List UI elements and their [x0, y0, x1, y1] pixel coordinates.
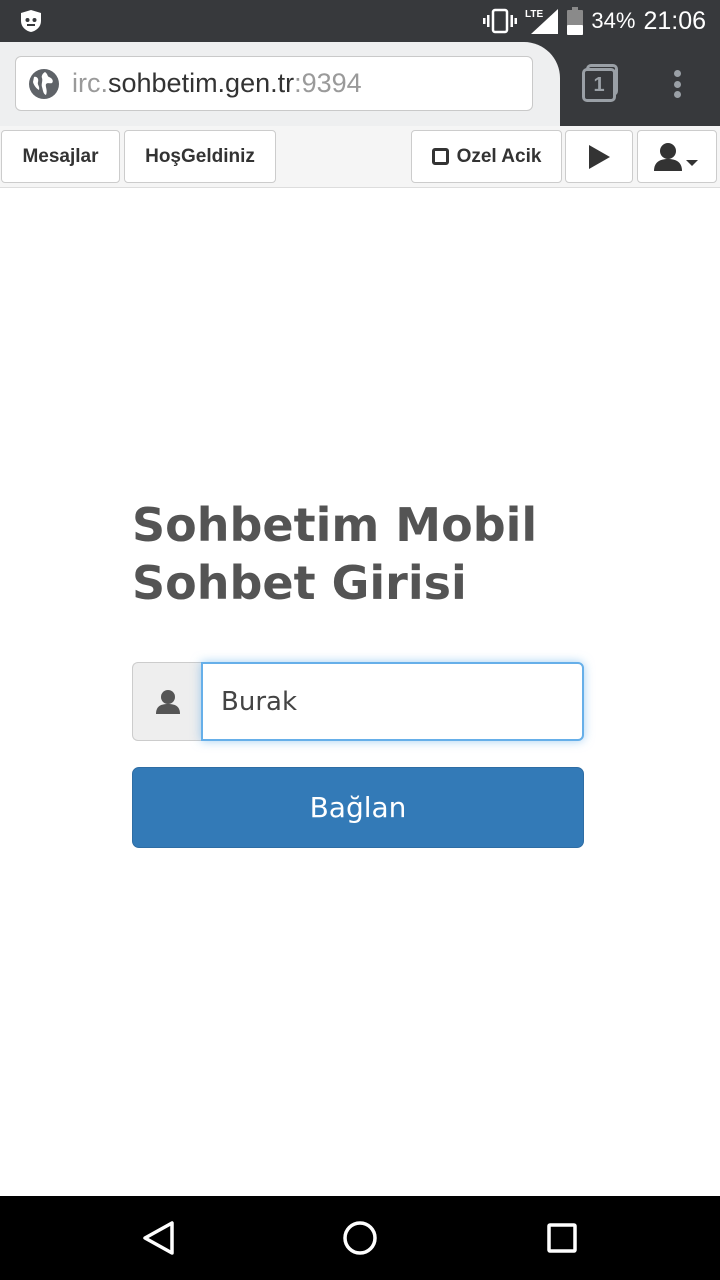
checkbox-icon [431, 148, 449, 165]
connect-button[interactable]: Bağlan [132, 767, 584, 848]
menu-dot-icon [673, 91, 681, 98]
tab-count: 1 [582, 68, 616, 102]
url-text: irc.sohbetim.gen.tr:9394 [72, 68, 362, 98]
globe-icon [29, 68, 59, 99]
battery-percent: 34% [591, 8, 636, 33]
private-toggle-label: Ozel Acik [456, 145, 542, 167]
lte-signal-icon: LTE [525, 9, 559, 34]
play-icon [589, 144, 610, 169]
browser-toolbar: irc.sohbetim.gen.tr:9394 1 [0, 42, 720, 126]
shield-icon [21, 10, 41, 32]
title-line: Sohbet Girisi [132, 556, 467, 610]
clock: 21:06 [643, 6, 706, 35]
private-toggle-button[interactable]: Ozel Acik [411, 130, 562, 183]
back-triangle-icon [143, 1221, 174, 1255]
page-title: Sohbetim Mobil Sohbet Girisi [132, 496, 592, 612]
address-bar[interactable]: irc.sohbetim.gen.tr:9394 [15, 56, 533, 111]
vibrate-icon [483, 8, 518, 34]
messages-button[interactable]: Mesajlar [1, 130, 120, 183]
overflow-menu-button[interactable] [665, 66, 689, 102]
url-tab: irc.sohbetim.gen.tr:9394 [0, 42, 560, 126]
back-button[interactable] [134, 1214, 182, 1262]
home-button[interactable] [336, 1214, 384, 1262]
user-menu-button[interactable] [637, 130, 717, 183]
menu-dot-icon [673, 80, 681, 88]
status-bar: LTE 34% 21:06 [0, 0, 720, 42]
svg-text:LTE: LTE [525, 9, 543, 20]
user-dropdown-icon [654, 142, 698, 171]
nickname-input[interactable] [201, 662, 584, 741]
user-icon [155, 689, 180, 714]
tabs-button[interactable]: 1 [582, 64, 620, 104]
title-line: Sohbetim Mobil [132, 498, 538, 552]
menu-dot-icon [673, 70, 681, 77]
recents-square-icon [547, 1223, 577, 1253]
input-addon [132, 662, 202, 741]
play-button[interactable] [565, 130, 633, 183]
battery-icon [567, 7, 584, 35]
chat-toolbar: Mesajlar HoşGeldiniz Ozel Acik [0, 126, 720, 188]
nickname-input-group [132, 662, 584, 741]
welcome-button[interactable]: HoşGeldiniz [124, 130, 276, 183]
recents-button[interactable] [538, 1214, 586, 1262]
navigation-bar [0, 1196, 720, 1280]
home-circle-icon [343, 1221, 377, 1255]
